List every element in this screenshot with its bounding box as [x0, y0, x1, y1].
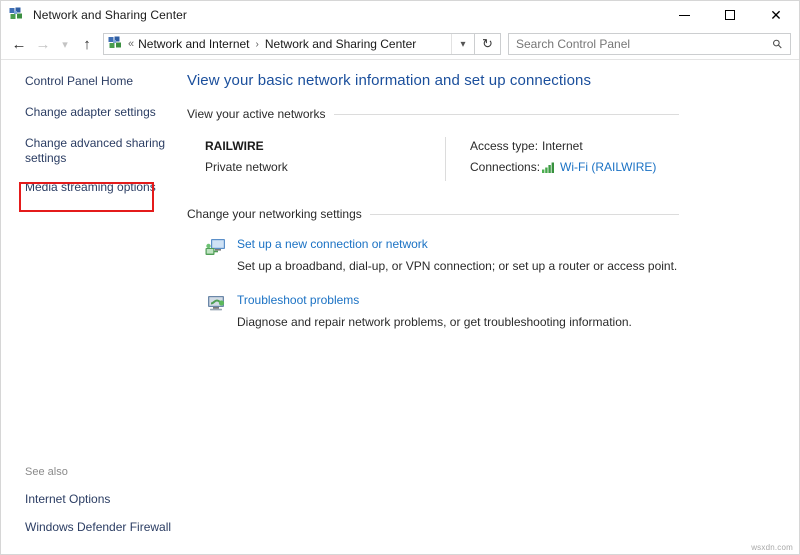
new-connection-icon — [205, 237, 227, 275]
task-description: Diagnose and repair network problems, or… — [237, 315, 632, 329]
breadcrumb-overflow[interactable]: « — [128, 38, 134, 50]
search-input[interactable]: Search Control Panel — [516, 37, 630, 51]
navigation-toolbar: ← → ▾ ↑ « Network and Internet › Network… — [1, 29, 799, 59]
minimize-icon — [678, 14, 690, 16]
page-title: View your basic network information and … — [187, 72, 592, 89]
networking-settings-section-header: Change your networking settings — [187, 207, 799, 221]
network-sharing-center-icon — [9, 7, 22, 19]
chevron-down-icon: ▾ — [62, 38, 68, 51]
see-also-link-internet-options[interactable]: Internet Options — [1, 492, 181, 506]
back-button[interactable]: ← — [7, 32, 31, 56]
breadcrumb-item-network-and-internet[interactable]: Network and Internet — [138, 37, 249, 51]
sidebar: Control Panel Home Change adapter settin… — [1, 60, 181, 554]
task-link-troubleshoot-problems[interactable]: Troubleshoot problems — [237, 293, 632, 307]
maximize-icon — [725, 10, 735, 20]
active-networks-title: View your active networks — [187, 107, 326, 121]
task-troubleshoot-problems[interactable]: Troubleshoot problems Diagnose and repai… — [187, 293, 799, 331]
network-vertical-divider — [445, 137, 446, 181]
see-also-link-windows-defender-firewall[interactable]: Windows Defender Firewall — [1, 520, 181, 534]
forward-button[interactable]: → — [31, 32, 55, 56]
recent-locations-button[interactable]: ▾ — [55, 32, 75, 56]
task-link-set-up-new-connection[interactable]: Set up a new connection or network — [237, 237, 677, 251]
connections-label: Connections: — [470, 160, 541, 174]
sidebar-item-media-streaming-options[interactable]: Media streaming options — [1, 180, 175, 195]
access-type-row: Access type: Internet — [470, 139, 656, 153]
sidebar-item-control-panel-home[interactable]: Control Panel Home — [1, 74, 175, 89]
watermark: wsxdn.com — [751, 543, 793, 552]
minimize-button[interactable] — [661, 1, 707, 29]
close-button[interactable]: ✕ — [753, 1, 799, 29]
sidebar-item-change-adapter-settings[interactable]: Change adapter settings — [1, 105, 175, 120]
network-name: RAILWIRE — [205, 139, 264, 153]
task-text-block: Set up a new connection or network Set u… — [237, 237, 677, 275]
address-bar[interactable]: « Network and Internet › Network and Sha… — [103, 33, 475, 55]
connections-value-link[interactable]: Wi-Fi (RAILWIRE) — [560, 160, 656, 174]
search-box[interactable]: Search Control Panel ⚲ — [508, 33, 791, 55]
chevron-down-icon: ▾ — [460, 38, 466, 50]
up-button[interactable]: ↑ — [75, 32, 99, 56]
back-arrow-icon: ← — [11, 35, 27, 53]
title-bar: Network and Sharing Center ✕ — [1, 1, 799, 29]
section-divider — [333, 113, 679, 115]
active-network-row: RAILWIRE Private network Access type: In… — [187, 137, 799, 181]
network-sharing-center-icon — [108, 36, 121, 48]
maximize-button[interactable] — [707, 1, 753, 29]
main-pane: View your basic network information and … — [181, 60, 799, 554]
refresh-icon: ↻ — [482, 36, 493, 51]
connections-row: Connections: Wi-Fi (RAILWIRE) — [470, 160, 656, 174]
section-divider — [369, 213, 679, 215]
breadcrumb-item-network-and-sharing-center[interactable]: Network and Sharing Center — [265, 37, 416, 51]
address-dropdown-button[interactable]: ▾ — [451, 34, 474, 54]
task-text-block: Troubleshoot problems Diagnose and repai… — [237, 293, 632, 331]
window-controls: ✕ — [661, 1, 799, 29]
breadcrumb-separator-icon: › — [255, 38, 259, 50]
search-icon[interactable]: ⚲ — [770, 36, 786, 52]
see-also-section: See also Internet Options Windows Defend… — [1, 466, 181, 534]
network-details: Access type: Internet Connections: Wi-Fi… — [470, 137, 656, 181]
network-sharing-center-window: Network and Sharing Center ✕ ← → ▾ ↑ « N… — [0, 0, 800, 555]
content-area: Control Panel Home Change adapter settin… — [1, 60, 799, 554]
see-also-title: See also — [25, 466, 68, 478]
task-set-up-new-connection[interactable]: Set up a new connection or network Set u… — [187, 237, 799, 275]
refresh-button[interactable]: ↻ — [475, 33, 501, 55]
close-icon: ✕ — [770, 7, 782, 23]
window-title: Network and Sharing Center — [33, 8, 188, 22]
forward-arrow-icon: → — [35, 35, 51, 53]
wifi-signal-icon — [542, 162, 554, 173]
troubleshoot-icon — [205, 293, 227, 331]
access-type-label: Access type: — [470, 139, 539, 153]
networking-settings-title: Change your networking settings — [187, 207, 362, 221]
active-networks-section-header: View your active networks — [187, 107, 799, 121]
access-type-value: Internet — [542, 139, 583, 153]
task-description: Set up a broadband, dial-up, or VPN conn… — [237, 259, 678, 273]
up-arrow-icon: ↑ — [83, 35, 91, 53]
sidebar-item-change-advanced-sharing-settings[interactable]: Change advanced sharing settings — [1, 136, 175, 166]
network-profile-type: Private network — [205, 160, 288, 174]
network-identity: RAILWIRE Private network — [205, 137, 445, 181]
